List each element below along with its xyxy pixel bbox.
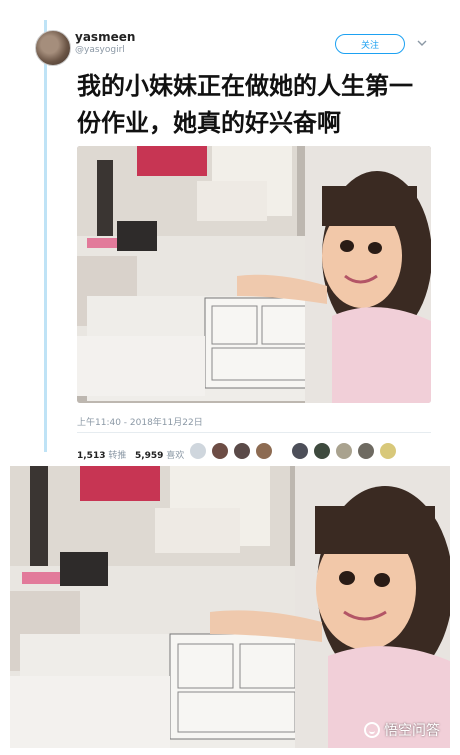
chevron-down-icon[interactable] xyxy=(417,38,427,48)
tweet-text: 我的小妹妹正在做她的人生第一份作业，她真的好兴奋啊 xyxy=(77,72,413,137)
retweets-label[interactable]: 转推 xyxy=(108,451,126,461)
avatar[interactable] xyxy=(35,30,71,66)
avatar[interactable] xyxy=(379,442,397,460)
likes-label[interactable]: 喜欢 xyxy=(166,451,184,461)
follow-button[interactable]: 关注 xyxy=(335,34,405,54)
avatar[interactable] xyxy=(291,442,309,460)
user-name[interactable]: yasmeen xyxy=(75,30,135,44)
tweet-card: yasmeen @yasyogirl 关注 我的小妹妹正在做她的人生第一份作业，… xyxy=(35,20,441,461)
avatar[interactable] xyxy=(233,442,251,460)
likes-count[interactable]: 5,959 xyxy=(135,451,163,461)
avatar[interactable] xyxy=(189,442,207,460)
tweet-timestamp[interactable]: 上午11:40 - 2018年11月22日 xyxy=(77,415,203,428)
avatar[interactable] xyxy=(211,442,229,460)
watermark: 悟空问答 xyxy=(364,720,440,740)
enlarged-photo: 悟空问答 xyxy=(10,466,450,748)
watermark-text: 悟空问答 xyxy=(384,723,440,739)
avatar[interactable] xyxy=(335,442,353,460)
avatar[interactable] xyxy=(357,442,375,460)
tweet-stats: 1,513 转推 5,959 喜欢 xyxy=(77,448,184,461)
user-handle[interactable]: @yasyogirl xyxy=(75,45,125,55)
wukong-logo-icon xyxy=(364,722,380,738)
divider xyxy=(77,432,431,433)
avatar[interactable] xyxy=(313,442,331,460)
avatar[interactable] xyxy=(255,442,273,460)
retweets-count[interactable]: 1,513 xyxy=(77,451,105,461)
tweet-photo[interactable] xyxy=(77,146,431,403)
